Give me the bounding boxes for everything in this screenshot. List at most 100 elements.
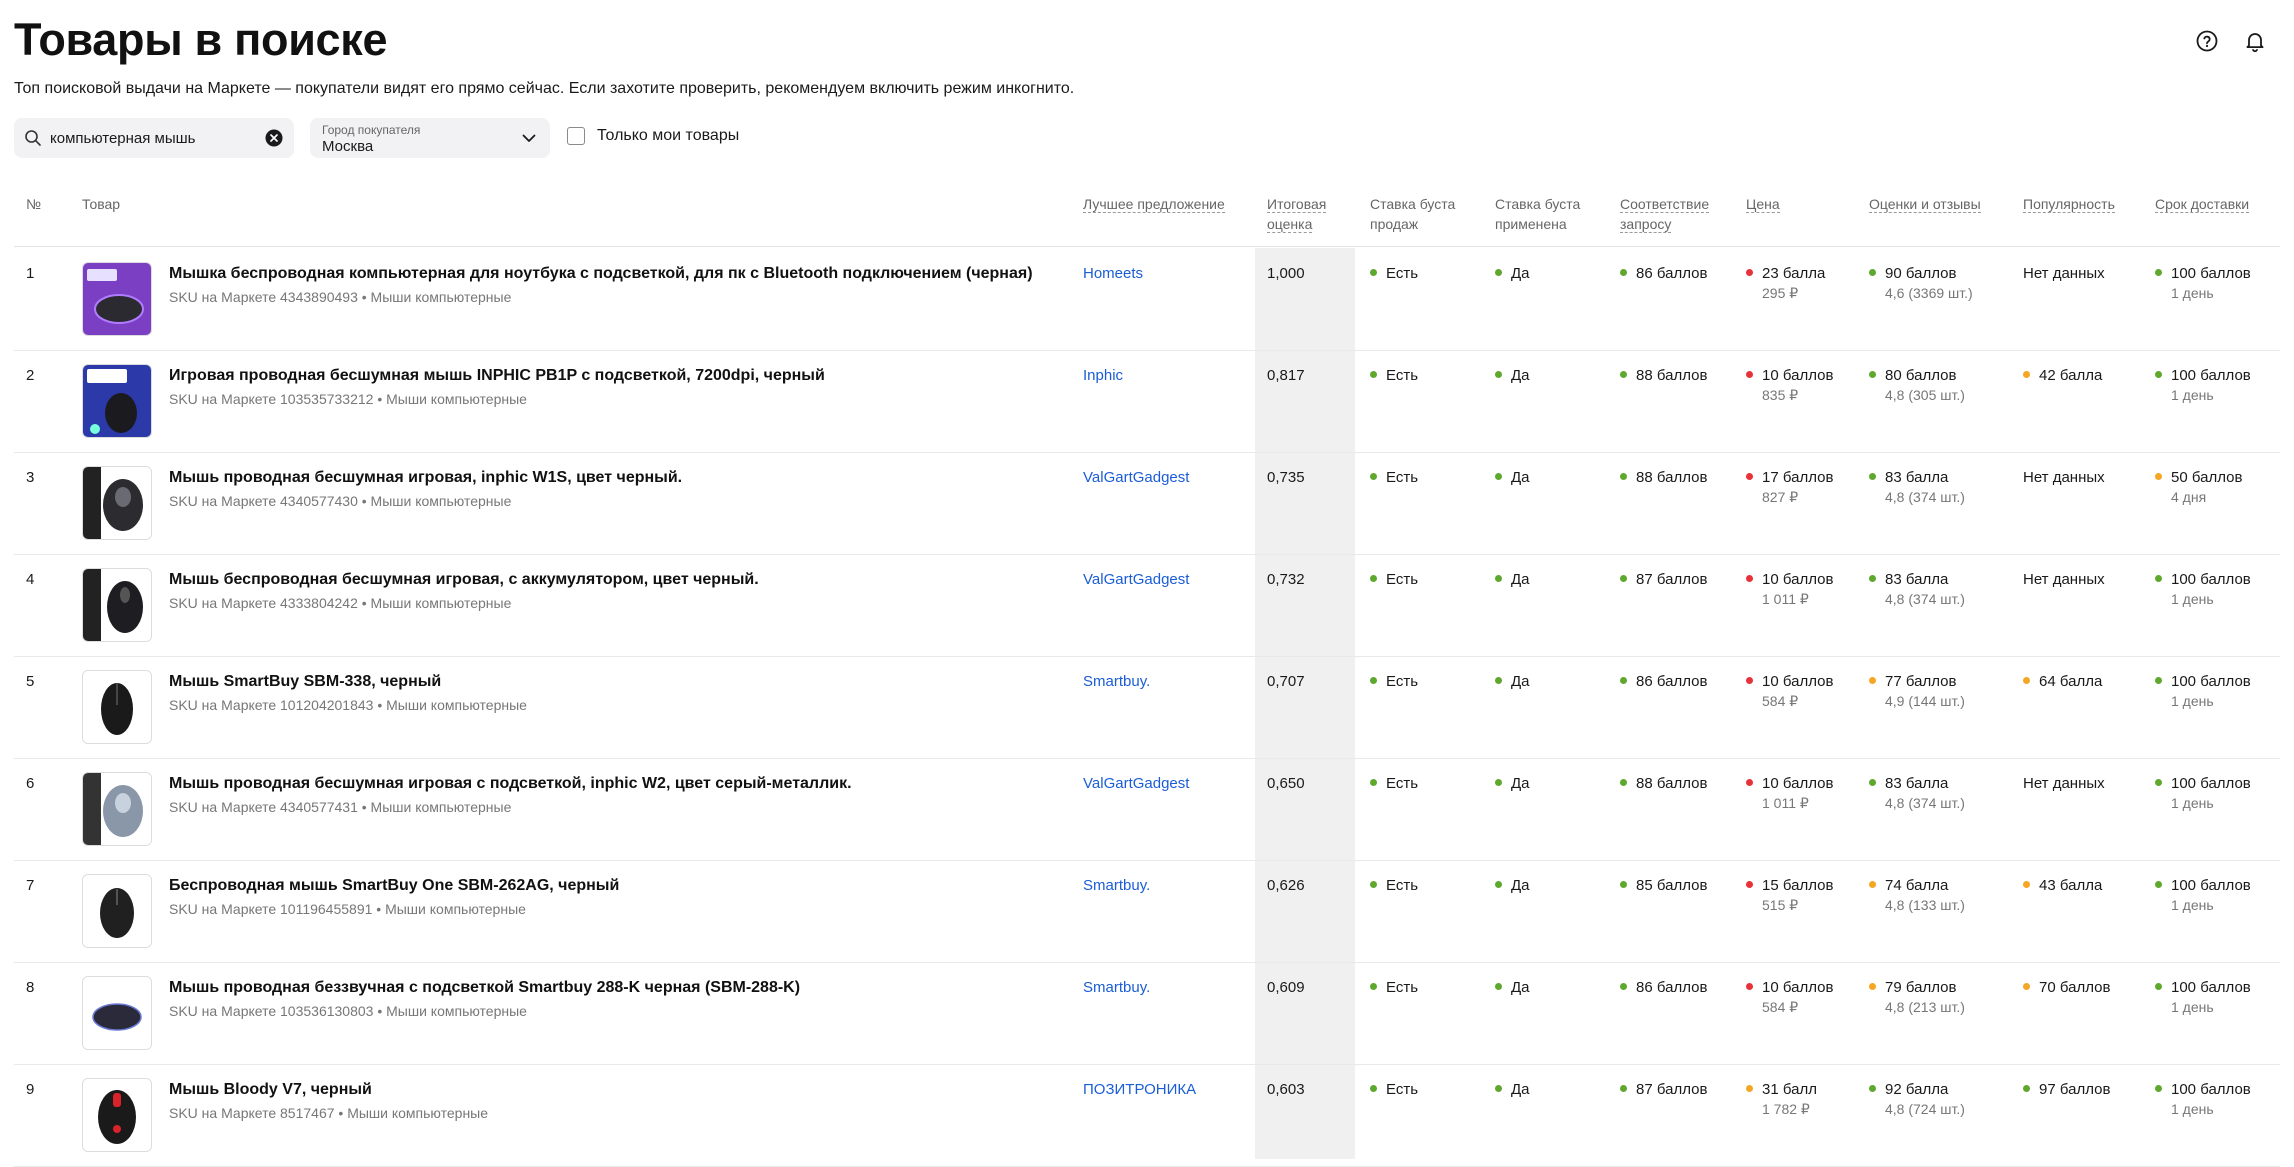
price-score: 15 баллов 515 ₽ [1746,876,1833,914]
boost-rate-status: Есть [1370,468,1418,488]
product-thumbnail[interactable] [82,466,152,540]
product-thumbnail[interactable] [82,874,152,948]
best-offer-seller-link[interactable]: ValGartGadgest [1083,570,1189,590]
reviews-detail: 4,9 (144 шт.) [1885,693,1965,709]
row-number: 6 [26,775,35,792]
best-offer-seller-link[interactable]: Smartbuy. [1083,672,1150,692]
delivery-score: 100 баллов 1 день [2155,876,2251,914]
col-header-total-score[interactable]: Итоговая оценка [1267,194,1327,234]
total-score: 0,650 [1267,775,1305,792]
relevance-score: 86 баллов [1620,978,1707,998]
row-number: 9 [26,1081,35,1098]
relevance-score: 86 баллов [1620,264,1707,284]
status-dot [2023,371,2030,378]
col-header-reviews[interactable]: Оценки и отзывы [1869,194,1981,214]
product-image-icon [83,263,151,335]
boost-rate-status: Есть [1370,978,1418,998]
total-score: 0,707 [1267,673,1305,690]
status-dot [1495,473,1502,480]
best-offer-seller-link[interactable]: ПОЗИТРОНИКА [1083,1080,1196,1100]
product-name[interactable]: Игровая проводная бесшумная мышь INPHIC … [169,366,825,386]
product-sku: SKU на Маркете 4343890493 • Мыши компьют… [169,289,512,305]
product-image-icon [83,977,151,1049]
product-thumbnail[interactable] [82,364,152,438]
status-dot [1495,881,1502,888]
status-dot [1370,1085,1377,1092]
row-number: 4 [26,571,35,588]
product-name[interactable]: Мышь проводная бесшумная игровая с подсв… [169,774,852,794]
boost-applied-status: Да [1495,978,1530,998]
buyer-city-label: Город покупателя [322,123,421,137]
popularity-score: Нет данных [2023,571,2105,588]
buyer-city-value: Москва [322,138,374,155]
col-header-num: № [26,196,42,212]
boost-applied-status: Да [1495,468,1530,488]
best-offer-seller-link[interactable]: Smartbuy. [1083,978,1150,998]
search-input[interactable] [48,128,264,148]
status-dot [1620,881,1627,888]
reviews-detail: 4,8 (133 шт.) [1885,897,1965,913]
notification-bell-icon[interactable] [2242,28,2268,54]
boost-applied-status: Да [1495,1080,1530,1100]
status-dot [1869,677,1876,684]
best-offer-seller-link[interactable]: ValGartGadgest [1083,468,1189,488]
col-header-popularity[interactable]: Популярность [2023,194,2115,214]
product-name[interactable]: Мышь беспроводная бесшумная игровая, с а… [169,570,759,590]
table-row: 6 Мышь проводная бесшумная игровая с под… [14,758,2280,861]
delivery-days: 1 день [2171,591,2214,607]
relevance-score: 88 баллов [1620,774,1707,794]
status-dot [1620,269,1627,276]
product-thumbnail[interactable] [82,670,152,744]
product-thumbnail[interactable] [82,1078,152,1152]
status-dot [2155,1085,2162,1092]
delivery-days: 4 дня [2171,489,2207,505]
col-header-relevance[interactable]: Соответствие запросу [1620,194,1710,234]
checkbox-box[interactable] [567,127,585,145]
chevron-down-icon [520,129,538,147]
delivery-days: 1 день [2171,693,2214,709]
status-dot [1495,575,1502,582]
best-offer-seller-link[interactable]: Smartbuy. [1083,876,1150,896]
status-dot [1495,371,1502,378]
product-sku: SKU на Маркете 4340577431 • Мыши компьют… [169,799,512,815]
product-name[interactable]: Беспроводная мышь SmartBuy One SBM-262AG… [169,876,619,896]
row-number: 7 [26,877,35,894]
col-header-price[interactable]: Цена [1746,194,1780,214]
product-image-icon [83,365,151,437]
product-image-icon [83,1079,151,1151]
best-offer-seller-link[interactable]: Homeets [1083,264,1143,284]
best-offer-seller-link[interactable]: ValGartGadgest [1083,774,1189,794]
page-title: Товары в поиске [14,14,388,65]
reviews-detail: 4,8 (724 шт.) [1885,1101,1965,1117]
status-dot [2023,677,2030,684]
delivery-days: 1 день [2171,795,2214,811]
status-dot [1370,983,1377,990]
status-dot [1620,371,1627,378]
product-name[interactable]: Мышь Bloody V7, черный [169,1080,372,1100]
best-offer-seller-link[interactable]: Inphic [1083,366,1123,386]
help-icon[interactable] [2194,28,2220,54]
price-score: 23 балла 295 ₽ [1746,264,1825,302]
product-thumbnail[interactable] [82,262,152,336]
product-name[interactable]: Мышь проводная беззвучная с подсветкой S… [169,978,800,998]
buyer-city-select[interactable]: Город покупателя Москва [310,118,550,158]
row-number: 2 [26,367,35,384]
product-name[interactable]: Мышь SmartBuy SBM-338, черный [169,672,441,692]
product-name[interactable]: Мышка беспроводная компьютерная для ноут… [169,264,1033,284]
only-my-products-checkbox[interactable]: Только мои товары [567,127,739,145]
clear-search-icon[interactable] [264,128,284,148]
status-dot [1869,881,1876,888]
price-value: 835 ₽ [1762,387,1799,403]
product-sku: SKU на Маркете 103535733212 • Мыши компь… [169,391,527,407]
product-thumbnail[interactable] [82,976,152,1050]
delivery-score: 50 баллов 4 дня [2155,468,2242,506]
relevance-score: 88 баллов [1620,468,1707,488]
price-value: 295 ₽ [1762,285,1799,301]
status-dot [1370,881,1377,888]
product-name[interactable]: Мышь проводная бесшумная игровая, inphic… [169,468,682,488]
product-thumbnail[interactable] [82,772,152,846]
price-value: 1 011 ₽ [1762,795,1809,811]
col-header-delivery[interactable]: Срок доставки [2155,194,2250,214]
product-thumbnail[interactable] [82,568,152,642]
col-header-best-offer[interactable]: Лучшее предложение [1083,194,1225,214]
